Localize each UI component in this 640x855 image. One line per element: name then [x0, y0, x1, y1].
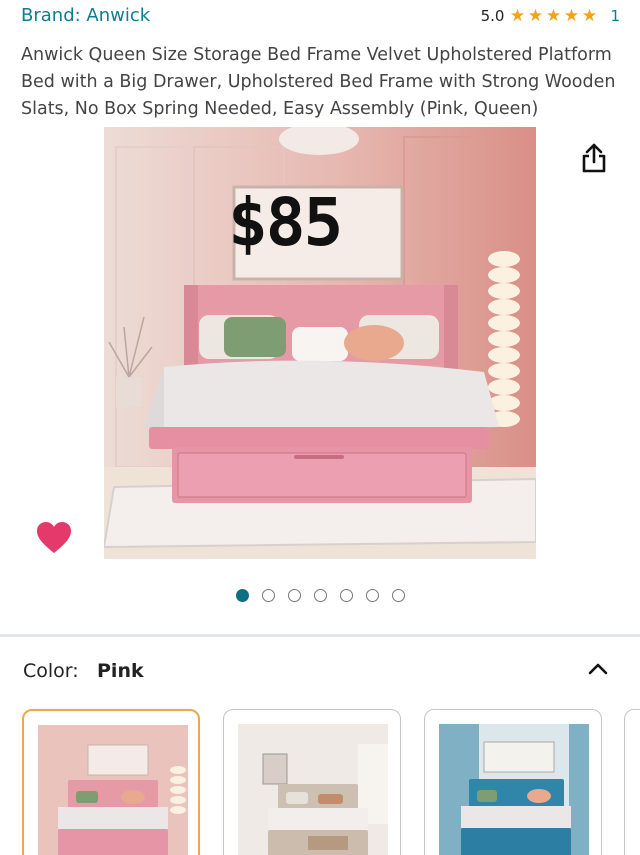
color-swatch-beige[interactable] — [223, 709, 401, 855]
carousel-dot[interactable] — [313, 589, 327, 602]
color-label: Color: — [23, 660, 79, 682]
star-rating: ★ ★ ★ ★ ★ — [508, 7, 598, 25]
carousel-dot[interactable] — [391, 589, 405, 602]
rating[interactable]: 5.0 ★ ★ ★ ★ ★ 1 — [481, 7, 620, 25]
swatch-image — [439, 724, 589, 855]
color-selector-header[interactable]: Color: Pink — [0, 650, 640, 694]
star-icon: ★ — [545, 6, 562, 26]
price-overlay: $85 — [228, 184, 343, 261]
chevron-up-icon[interactable] — [586, 657, 610, 681]
section-divider — [0, 634, 640, 637]
color-swatch-next[interactable] — [624, 709, 640, 855]
carousel-dot[interactable] — [235, 589, 249, 602]
carousel-indicator — [0, 589, 640, 602]
brand-link[interactable]: Brand: Anwick — [21, 5, 150, 26]
product-title: Anwick Queen Size Storage Bed Frame Velv… — [21, 45, 616, 119]
carousel-dot[interactable] — [365, 589, 379, 602]
share-button[interactable] — [579, 142, 609, 174]
brand-rating-row: Brand: Anwick 5.0 ★ ★ ★ ★ ★ 1 — [0, 0, 640, 36]
heart-icon — [37, 522, 71, 553]
star-icon: ★ — [581, 6, 598, 26]
color-swatch-blue[interactable] — [424, 709, 602, 855]
rating-value: 5.0 — [480, 7, 505, 25]
star-icon: ★ — [527, 6, 544, 26]
carousel-dot[interactable] — [287, 589, 301, 602]
carousel-dot[interactable] — [261, 589, 275, 602]
wishlist-button[interactable] — [35, 520, 73, 556]
star-icon: ★ — [509, 6, 526, 26]
swatch-image — [38, 725, 188, 855]
carousel-dot[interactable] — [339, 589, 353, 602]
swatch-image — [238, 724, 388, 855]
rating-count[interactable]: 1 — [610, 7, 620, 25]
color-selected-value: Pink — [97, 660, 144, 682]
color-swatch-pink[interactable] — [22, 709, 200, 855]
star-icon: ★ — [563, 6, 580, 26]
share-icon — [582, 143, 606, 173]
